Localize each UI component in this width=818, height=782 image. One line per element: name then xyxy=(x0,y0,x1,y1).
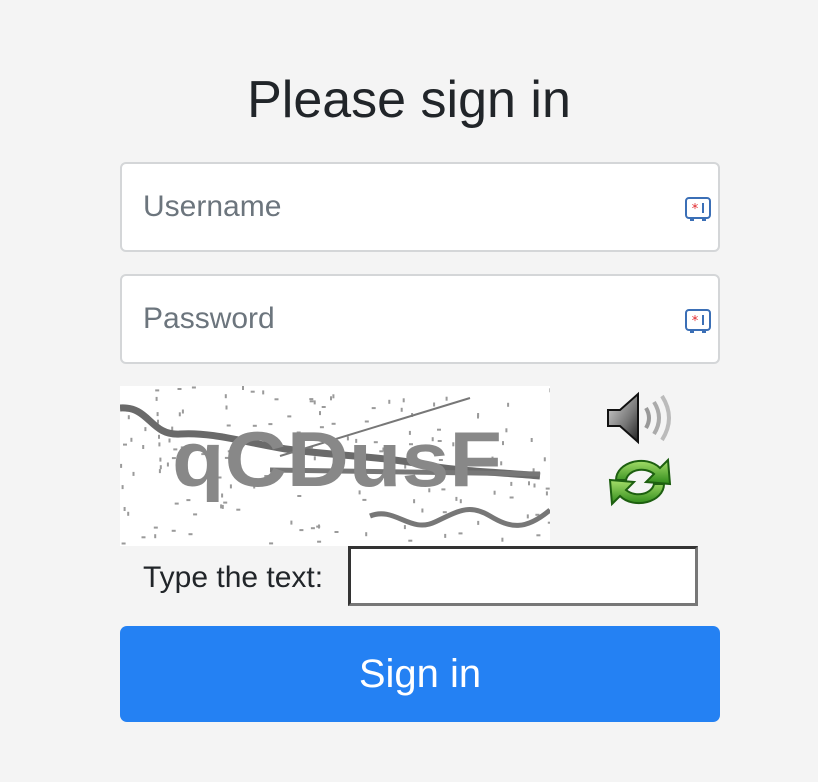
captcha-noise-speck xyxy=(445,396,448,401)
captcha-noise-speck xyxy=(502,441,504,446)
captcha-noise-speck xyxy=(545,487,550,490)
captcha-noise-speck xyxy=(132,471,135,476)
captcha-noise-speck xyxy=(530,438,533,442)
captcha-noise-speck xyxy=(269,542,274,545)
page-title: Please sign in xyxy=(247,71,571,129)
captcha-text: qCDusF xyxy=(172,415,502,503)
captcha-noise-speck xyxy=(127,415,130,420)
captcha-noise-speck xyxy=(509,496,514,499)
captcha-noise-speck xyxy=(442,511,447,514)
captcha-noise-speck xyxy=(458,532,463,535)
captcha-noise-speck xyxy=(433,402,436,407)
captcha-noise-speck xyxy=(158,442,161,447)
captcha-noise-speck xyxy=(501,537,504,542)
captcha-noise-speck xyxy=(536,534,541,537)
captcha-noise-speck xyxy=(402,398,405,403)
captcha-noise-speck xyxy=(156,412,159,417)
captcha-noise-speck xyxy=(290,520,293,525)
speaker-icon[interactable] xyxy=(604,390,674,446)
captcha-noise-speck xyxy=(543,457,546,462)
captcha-noise-speck xyxy=(528,481,530,486)
captcha-noise-speck xyxy=(153,526,158,529)
captcha-noise-speck xyxy=(181,409,184,414)
captcha-noise-speck xyxy=(159,457,162,462)
password-field-container: * xyxy=(120,274,720,364)
captcha-noise-speck xyxy=(299,529,304,532)
captcha-noise-speck xyxy=(388,399,391,404)
captcha-noise-speck xyxy=(547,521,550,524)
captcha-noise-speck xyxy=(168,438,171,443)
captcha-noise-speck xyxy=(188,533,193,536)
captcha-noise-speck xyxy=(444,533,447,538)
captcha-noise-speck xyxy=(309,400,314,403)
captcha-noise-speck xyxy=(371,407,376,410)
captcha-image: qCDusF xyxy=(120,386,550,546)
captcha-noise-speck xyxy=(225,405,228,410)
captcha-noise-speck xyxy=(121,542,126,545)
username-input[interactable] xyxy=(122,164,718,250)
captcha-noise-speck xyxy=(155,389,160,392)
captcha-noise-speck xyxy=(144,427,147,432)
captcha-noise-speck xyxy=(221,504,224,509)
captcha-noise-speck xyxy=(123,443,127,446)
username-field-container: * xyxy=(120,162,720,252)
captcha-noise-speck xyxy=(533,483,536,488)
captcha-noise-speck xyxy=(549,388,550,393)
captcha-noise-speck xyxy=(158,469,161,474)
captcha-noise-speck xyxy=(177,388,182,390)
captcha-noise-speck xyxy=(250,390,255,393)
captcha-noise-speck xyxy=(408,539,413,542)
captcha-noise-speck xyxy=(262,390,265,395)
captcha-noise-speck xyxy=(334,531,339,533)
captcha-noise-speck xyxy=(127,511,130,516)
captcha-noise-speck xyxy=(330,396,332,401)
sign-in-page: Please sign in * * qCDusF xyxy=(0,0,818,782)
captcha-noise-speck xyxy=(317,540,322,543)
captcha-noise-speck xyxy=(310,527,315,530)
captcha-noise-speck xyxy=(505,428,508,433)
captcha-noise-speck xyxy=(155,396,158,401)
captcha-noise-speck xyxy=(236,508,241,511)
svg-text:*: * xyxy=(692,202,699,217)
captcha-noise-speck xyxy=(120,463,123,468)
captcha-noise-speck xyxy=(166,462,169,467)
captcha-label: Type the text: xyxy=(143,561,324,594)
captcha-noise-speck xyxy=(142,445,145,449)
captcha-noise-speck xyxy=(318,524,320,529)
captcha-noise-speck xyxy=(421,508,424,513)
svg-text:*: * xyxy=(692,314,699,329)
captcha-noise-speck xyxy=(545,491,548,496)
captcha-noise-speck xyxy=(158,434,160,439)
captcha-noise-speck xyxy=(193,513,198,516)
captcha-noise-speck xyxy=(321,406,326,408)
captcha-input[interactable] xyxy=(348,546,698,606)
captcha-noise-speck xyxy=(309,398,314,401)
password-manager-icon[interactable]: * xyxy=(684,195,712,223)
captcha-noise-speck xyxy=(274,398,279,401)
captcha-noise-speck xyxy=(477,520,480,525)
captcha-noise-speck xyxy=(313,400,316,405)
password-input[interactable] xyxy=(122,276,718,362)
captcha-noise-speck xyxy=(510,481,513,486)
sign-in-button[interactable]: Sign in xyxy=(120,626,720,722)
captcha-noise-speck xyxy=(159,465,162,470)
captcha-noise-speck xyxy=(403,525,406,530)
captcha-noise-speck xyxy=(526,514,529,519)
captcha-noise-speck xyxy=(400,407,403,412)
captcha-noise-speck xyxy=(191,386,196,389)
captcha-noise-speck xyxy=(507,402,510,407)
refresh-icon[interactable] xyxy=(606,450,674,514)
captcha-noise-speck xyxy=(220,504,223,509)
captcha-noise-speck xyxy=(171,529,176,532)
captcha-noise-speck xyxy=(365,532,368,537)
password-manager-icon[interactable]: * xyxy=(684,307,712,335)
captcha-noise-speck xyxy=(224,394,227,399)
captcha-noise-speck xyxy=(123,507,126,511)
captcha-noise-speck xyxy=(332,394,335,399)
captcha-noise-speck xyxy=(154,534,157,539)
captcha-noise-speck xyxy=(130,437,133,442)
captcha-noise-speck xyxy=(141,536,146,539)
captcha-noise-speck xyxy=(242,386,244,390)
captcha-noise-speck xyxy=(121,485,124,490)
